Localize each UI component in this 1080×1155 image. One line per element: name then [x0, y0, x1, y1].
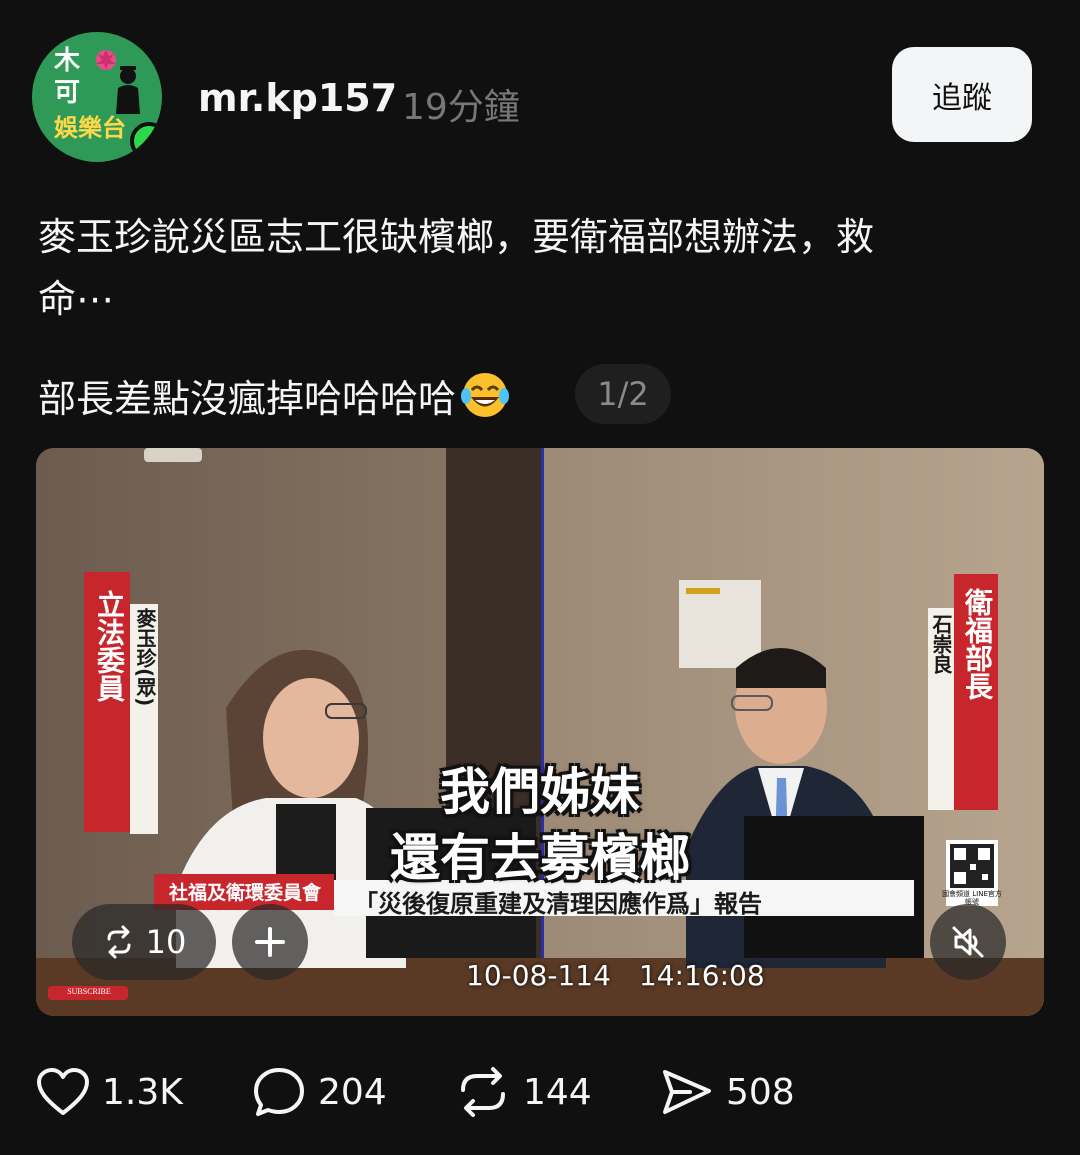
- avatar-logo-char-1: 木: [54, 46, 81, 76]
- post-text-line-2: 命⋯: [38, 277, 115, 321]
- send-icon: [663, 1070, 711, 1114]
- share-count: 508: [726, 1071, 795, 1113]
- post-text-line-3-text: 部長差點沒瘋掉哈哈哈哈: [38, 377, 457, 421]
- left-speaker-name: 麥玉珍(眾): [133, 608, 157, 707]
- committee-label: 社福及衛環委員會: [168, 882, 321, 904]
- repost-count: 144: [523, 1071, 592, 1113]
- follow-button[interactable]: 追蹤: [892, 47, 1032, 142]
- add-button[interactable]: [232, 904, 308, 980]
- comment-count: 204: [318, 1071, 387, 1113]
- right-speaker-name: 石崇良: [929, 614, 953, 674]
- avatar-logo-char-2: 可: [54, 78, 81, 108]
- heart-icon: [37, 1068, 89, 1115]
- share-button[interactable]: 508: [660, 1064, 795, 1120]
- author-username[interactable]: mr.kp157: [198, 76, 397, 120]
- video-repost-count: 10: [145, 923, 187, 961]
- video-repost-button[interactable]: 10: [72, 904, 216, 980]
- repost-icon: [107, 925, 131, 959]
- post-text-line-1: 麥玉珍說災區志工很缺檳榔，要衛福部想辦法，救: [38, 215, 875, 259]
- video-timestamp: 10-08-114 14:16:08: [466, 959, 765, 992]
- right-title-banner: 衛福部長: [961, 588, 994, 700]
- post-time: 19分鐘: [402, 87, 520, 128]
- report-title: 「災後復原重建及清理因應作爲」報告: [354, 890, 762, 918]
- author-avatar[interactable]: 木 可 娛樂台: [32, 32, 162, 162]
- plus-icon: [255, 927, 285, 957]
- avatar-logo-text: 娛樂台: [54, 114, 126, 142]
- avatar-figure-icon: [96, 50, 140, 114]
- comment-bubble-icon: [254, 1068, 304, 1116]
- like-button[interactable]: 1.3K: [36, 1064, 183, 1120]
- subscribe-badge: SUBSCRIBE: [67, 987, 111, 996]
- like-count: 1.3K: [102, 1071, 183, 1113]
- muted-speaker-icon: [952, 926, 984, 958]
- media-counter: 1/2: [575, 364, 671, 424]
- tears-of-joy-icon: [461, 373, 510, 417]
- repost-icon: [461, 1067, 505, 1117]
- repost-button[interactable]: 144: [455, 1064, 592, 1120]
- comment-button[interactable]: 204: [252, 1064, 387, 1120]
- mute-button[interactable]: [930, 904, 1006, 980]
- post-text-line-3: 部長差點沒瘋掉哈哈哈哈: [38, 368, 510, 423]
- subtitle-line-1: 我們姊妹: [440, 763, 640, 821]
- online-status-dot: [130, 122, 162, 160]
- left-title-banner: 立法委員: [93, 590, 126, 702]
